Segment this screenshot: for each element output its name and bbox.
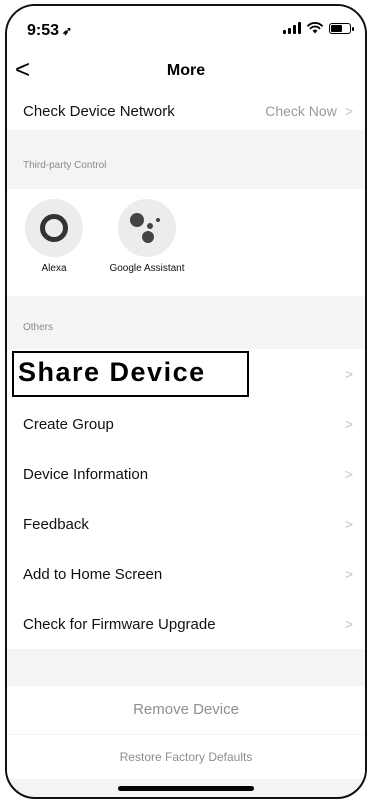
check-device-network-row[interactable]: Check Device Network Check Now >	[7, 92, 365, 130]
google-assistant-label: Google Assistant	[109, 263, 185, 274]
feedback-row[interactable]: Feedback >	[7, 499, 365, 549]
feedback-label: Feedback	[23, 515, 89, 533]
firmware-upgrade-label: Check for Firmware Upgrade	[23, 615, 216, 633]
wifi-icon	[307, 22, 323, 34]
chevron-right-icon: >	[344, 616, 353, 632]
firmware-upgrade-row[interactable]: Check for Firmware Upgrade >	[7, 599, 365, 649]
share-device-label: Share Device	[18, 357, 206, 387]
create-group-row[interactable]: Create Group >	[7, 399, 365, 449]
others-section-label: Others	[23, 322, 54, 333]
alexa-tile[interactable]: Alexa	[14, 199, 94, 275]
device-information-label: Device Information	[23, 465, 149, 483]
chevron-right-icon: >	[344, 466, 353, 482]
google-assistant-tile[interactable]: Google Assistant	[107, 199, 187, 275]
status-bar: 9:53 ➶	[7, 6, 365, 50]
create-group-label: Create Group	[23, 415, 114, 433]
alexa-label: Alexa	[41, 263, 67, 274]
time-text: 9:53	[27, 22, 60, 39]
add-to-home-screen-label: Add to Home Screen	[23, 565, 163, 583]
third-party-section-label: Third-party Control	[23, 160, 107, 171]
signal-icon	[283, 22, 301, 34]
check-now-link[interactable]: Check Now	[265, 103, 337, 119]
alexa-icon	[25, 199, 83, 257]
nav-bar: < More	[7, 50, 365, 92]
chevron-right-icon: >	[344, 416, 353, 432]
chevron-right-icon: >	[344, 516, 353, 532]
third-party-panel: Alexa Google Assistant	[7, 189, 365, 296]
chevron-right-icon: >	[344, 103, 353, 119]
status-icons	[283, 22, 354, 34]
add-to-home-screen-row[interactable]: Add to Home Screen >	[7, 549, 365, 599]
page-title: More	[166, 62, 206, 79]
check-device-network-label: Check Device Network	[23, 102, 175, 120]
battery-icon	[329, 22, 354, 34]
location-icon: ➶	[62, 24, 73, 38]
device-information-row[interactable]: Device Information >	[7, 449, 365, 499]
share-device-highlight: Share Device	[12, 351, 249, 397]
restore-factory-defaults-button[interactable]: Restore Factory Defaults	[7, 735, 365, 779]
chevron-right-icon: >	[344, 366, 353, 382]
google-assistant-icon	[118, 199, 176, 257]
phone-frame: 9:53 ➶ < More Check Device Network Check …	[5, 4, 367, 799]
chevron-right-icon: >	[344, 566, 353, 582]
home-indicator[interactable]	[118, 786, 254, 791]
status-time: 9:53 ➶	[27, 22, 72, 40]
remove-device-button[interactable]: Remove Device	[7, 686, 365, 734]
